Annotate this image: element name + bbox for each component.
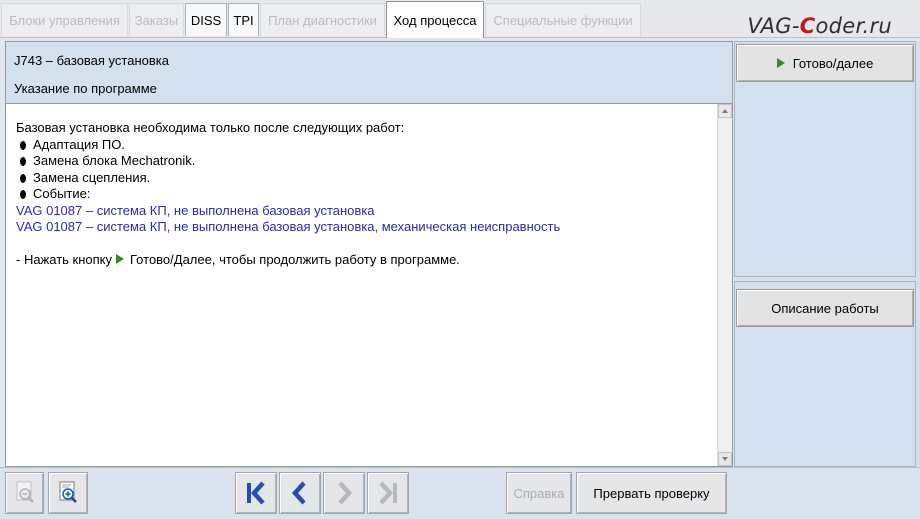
tab-process-flow[interactable]: Ход процесса [386, 1, 484, 38]
zoom-in-icon [59, 481, 77, 503]
zoom-in-button[interactable] [48, 472, 88, 514]
right-panel-top: Готово/далее [734, 41, 916, 277]
list-item: Замена сцепления. [16, 170, 716, 187]
bullet-icon [20, 173, 26, 183]
vertical-scrollbar[interactable] [717, 104, 732, 466]
tab-orders: Заказы [129, 3, 184, 36]
scroll-down-button[interactable] [718, 452, 732, 466]
tab-bar: Блоки управления Заказы DISS TPI План ди… [0, 0, 920, 38]
instruction-text: Базовая установка необходима только посл… [16, 120, 716, 269]
work-description-button[interactable]: Описание работы [736, 289, 914, 327]
list-item-text: Замена блока Mechatronik. [33, 153, 196, 168]
arrow-down-icon [722, 457, 728, 461]
bottom-toolbar: Справка Прервать проверку [0, 467, 920, 519]
event-link-1[interactable]: VAG 01087 – система КП, не выполнена баз… [16, 203, 716, 220]
main-panel: J743 – базовая установка Указание по про… [5, 41, 733, 467]
work-description-label: Описание работы [771, 300, 879, 316]
list-item: Замена блока Mechatronik. [16, 153, 716, 170]
instruction-suffix: Готово/Далее, чтобы продолжить работу в … [130, 252, 460, 267]
instruction-line: - Нажать кнопку Готово/Далее, чтобы продо… [16, 252, 716, 269]
bullet-icon [20, 190, 26, 199]
intro-line: Базовая установка необходима только посл… [16, 120, 405, 135]
tab-control-units: Блоки управления [1, 3, 128, 36]
info-header: J743 – базовая установка Указание по про… [6, 42, 732, 104]
right-panel-bottom: Описание работы [734, 281, 916, 467]
tab-tpi[interactable]: TPI [228, 3, 259, 36]
play-icon [776, 58, 785, 68]
list-item: Событие: [16, 186, 716, 203]
zoom-out-icon [16, 481, 34, 503]
right-panel: Готово/далее Описание работы [734, 41, 920, 467]
instruction-content: Базовая установка необходима только посл… [6, 104, 732, 466]
instruction-prefix: - Нажать кнопку [16, 252, 113, 267]
page-subtitle: Указание по программе [14, 81, 157, 96]
play-icon [116, 254, 125, 264]
tab-diagnostic-plan: План диагностики [260, 3, 385, 36]
last-step-button[interactable] [367, 472, 409, 514]
event-link-2[interactable]: VAG 01087 – система КП, не выполнена баз… [16, 219, 716, 236]
help-button-label: Справка [513, 485, 565, 501]
previous-step-button[interactable] [279, 472, 321, 514]
list-item: Адаптация ПО. [16, 137, 716, 154]
page-title: J743 – базовая установка [14, 53, 169, 68]
scroll-up-button[interactable] [718, 104, 732, 118]
help-button[interactable]: Справка [506, 472, 572, 514]
list-item-text: Адаптация ПО. [33, 136, 125, 152]
next-step-button[interactable] [323, 472, 365, 514]
previous-icon [291, 481, 306, 505]
abort-test-button[interactable]: Прервать проверку [576, 472, 727, 514]
first-step-button[interactable] [235, 472, 277, 514]
list-item-text: Замена сцепления. [33, 169, 151, 185]
skip-last-icon [379, 481, 397, 505]
arrow-up-icon [722, 109, 728, 113]
list-item-text: Событие: [33, 186, 91, 201]
tab-special-functions: Специальные функции [485, 3, 641, 36]
abort-button-label: Прервать проверку [593, 485, 710, 501]
skip-first-icon [247, 481, 265, 505]
zoom-out-button[interactable] [5, 472, 44, 514]
next-button-label: Готово/далее [792, 55, 874, 71]
tab-diss[interactable]: DISS [185, 3, 227, 36]
next-icon [338, 481, 353, 505]
next-button[interactable]: Готово/далее [736, 44, 914, 82]
bullet-icon [20, 140, 26, 150]
bullet-icon [20, 157, 26, 166]
watermark-logo: VAG-Coder.ru [747, 14, 892, 38]
